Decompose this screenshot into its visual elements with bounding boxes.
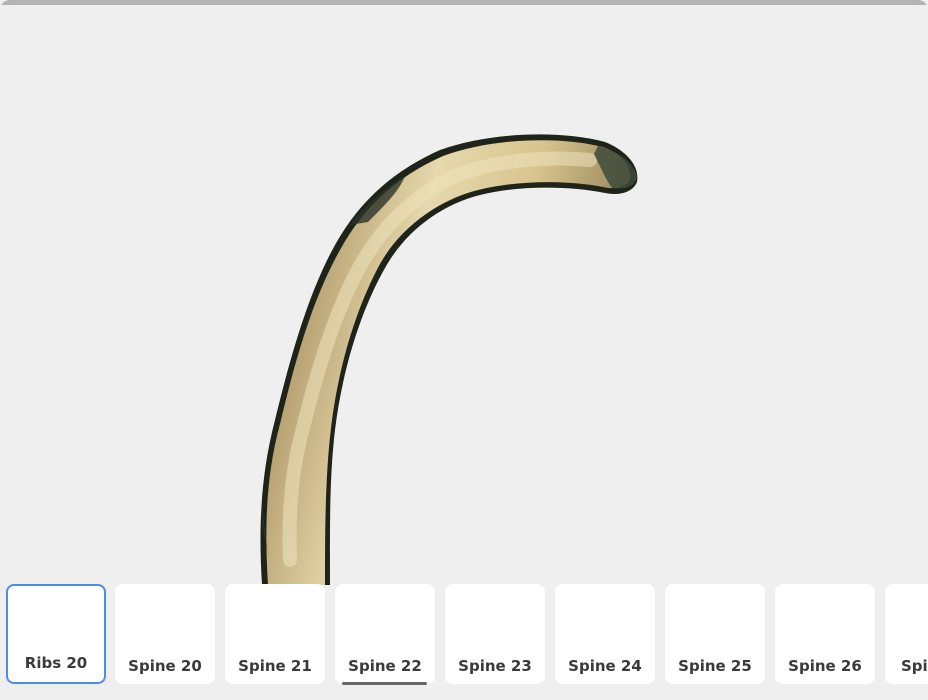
thumbnail-label: Spine 26 [788, 657, 862, 675]
thumbnail-spine-20[interactable]: Spine 20 [115, 584, 215, 684]
thumbnail-label: Spine 22 [348, 657, 422, 675]
thumbnail-label: Spine 24 [568, 657, 642, 675]
thumbnail-spine-21[interactable]: Spine 21 [225, 584, 325, 684]
thumbnail-spine-25[interactable]: Spine 25 [665, 584, 765, 684]
thumbnail-label: Spine 25 [678, 657, 752, 675]
thumbnail-spine-22[interactable]: Spine 22 [335, 584, 435, 685]
thumbnail-spine-26[interactable]: Spine 26 [775, 584, 875, 684]
thumbnail-strip[interactable]: Ribs 20 Spine 20 Spine 21 Spine 22 Spine… [0, 584, 928, 700]
thumbnail-label: Spi [901, 657, 928, 675]
thumbnail-partial[interactable]: Spi [885, 584, 928, 684]
thumbnail-ribs-20[interactable]: Ribs 20 [6, 584, 106, 684]
thumbnail-label: Spine 20 [128, 657, 202, 675]
thumbnail-label: Spine 21 [238, 657, 312, 675]
thumbnail-label: Ribs 20 [24, 654, 88, 672]
3d-viewer[interactable]: Ribs 20 Spine 20 Spine 21 Spine 22 Spine… [0, 0, 928, 700]
rib-bone-model[interactable] [0, 5, 928, 585]
hover-underline [342, 682, 427, 685]
thumbnail-spine-23[interactable]: Spine 23 [445, 584, 545, 684]
thumbnail-spine-24[interactable]: Spine 24 [555, 584, 655, 684]
thumbnail-label: Spine 23 [458, 657, 532, 675]
